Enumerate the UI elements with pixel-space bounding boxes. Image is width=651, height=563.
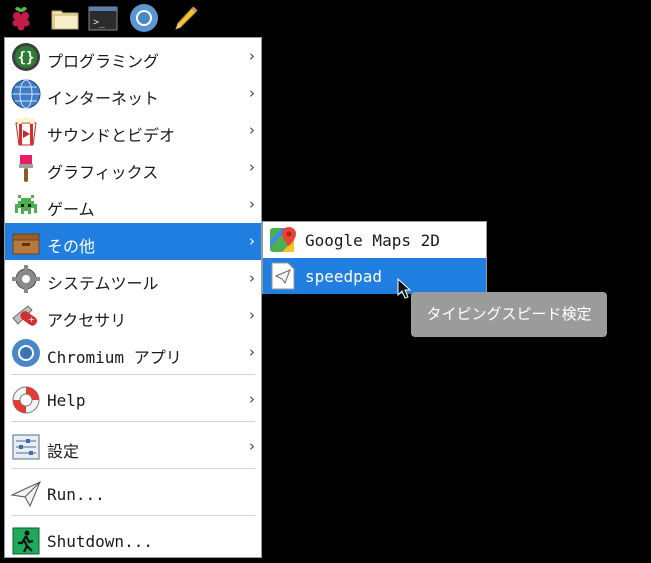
menu-item-system-tools[interactable]: システムツール › — [5, 260, 261, 297]
menu-item-label: その他 — [47, 237, 96, 256]
submenu-item-speedpad[interactable]: speedpad — [263, 258, 486, 294]
menu-item-label: サウンドとビデオ — [47, 126, 176, 145]
submenu-item-google-maps-2d[interactable]: Google Maps 2D — [263, 222, 486, 258]
exit-icon — [12, 527, 40, 555]
menu-separator — [11, 374, 255, 375]
menu-item-label: Shutdown... — [47, 532, 153, 551]
speedpad-icon — [271, 262, 295, 290]
menu-item-graphics[interactable]: グラフィックス › — [5, 149, 261, 186]
submenu-arrow-icon: › — [249, 121, 255, 139]
menu-item-games[interactable]: ゲーム › — [5, 186, 261, 223]
svg-text:{}: {} — [18, 50, 35, 66]
submenu-item-label: Google Maps 2D — [305, 231, 440, 250]
submenu-arrow-icon: › — [249, 306, 255, 324]
swiss-knife-icon: + — [12, 305, 38, 326]
menu-item-label: Run... — [47, 485, 105, 504]
submenu-arrow-icon: › — [249, 232, 255, 250]
raspberry-pi-icon[interactable] — [6, 3, 36, 33]
menu-item-label: 設定 — [47, 442, 80, 461]
menu-item-programming[interactable]: {} プログラミング › — [5, 38, 261, 75]
popcorn-icon — [15, 117, 37, 146]
menu-item-label: Help — [47, 391, 86, 410]
tooltip: タイピングスピード検定 — [411, 292, 607, 337]
menu-item-label: システムツール — [47, 274, 159, 293]
mouse-cursor-icon — [397, 278, 412, 299]
menu-item-run[interactable]: Run... — [5, 475, 261, 512]
menu-item-help[interactable]: Help › — [5, 381, 261, 418]
paintbrush-icon — [19, 155, 33, 182]
menu-item-accessories[interactable]: + アクセサリ › — [5, 297, 261, 334]
menu-item-internet[interactable]: インターネット › — [5, 75, 261, 112]
paper-plane-icon — [10, 481, 41, 508]
submenu-arrow-icon: › — [249, 158, 255, 176]
submenu-arrow-icon: › — [249, 390, 255, 408]
chromium-icon[interactable] — [129, 3, 159, 33]
submenu-arrow-icon: › — [249, 437, 255, 455]
menu-item-label: プログラミング — [47, 52, 160, 71]
menu-separator — [11, 468, 255, 469]
submenu-arrow-icon: › — [249, 195, 255, 213]
svg-text:+: + — [28, 315, 35, 324]
submenu-arrow-icon: › — [249, 269, 255, 287]
menu-item-chromium-apps[interactable]: Chromium アプリ › — [5, 334, 261, 371]
taskbar: >_ — [0, 0, 651, 36]
menu-separator — [11, 515, 255, 516]
svg-text:>_: >_ — [93, 17, 106, 28]
menu-item-label: ゲーム — [47, 200, 95, 219]
settings-panel-icon — [12, 434, 40, 460]
submenu-item-label: speedpad — [305, 267, 383, 286]
submenu-arrow-icon: › — [249, 84, 255, 102]
lifebuoy-icon — [12, 386, 40, 414]
menu-item-other[interactable]: その他 › — [5, 223, 261, 260]
menu-item-shutdown[interactable]: Shutdown... — [5, 522, 261, 559]
menu-item-settings[interactable]: 設定 › — [5, 428, 261, 465]
terminal-icon[interactable]: >_ — [88, 3, 118, 33]
chromium-icon — [12, 339, 40, 367]
menu-item-label: インターネット — [47, 89, 160, 108]
application-menu: {} プログラミング › インターネット › サウンドとビデオ › グラフィック… — [4, 37, 262, 558]
menu-item-label: アクセサリ — [47, 311, 127, 330]
submenu-arrow-icon: › — [249, 343, 255, 361]
google-maps-icon — [270, 227, 296, 252]
globe-icon — [11, 79, 41, 109]
gear-icon — [12, 265, 40, 293]
submenu-arrow-icon: › — [249, 47, 255, 65]
submenu-other: Google Maps 2D speedpad — [262, 221, 487, 294]
braces-icon: {} — [12, 43, 40, 71]
menu-separator — [11, 421, 255, 422]
menu-item-label: グラフィックス — [47, 163, 159, 182]
menu-item-label: Chromium アプリ — [47, 348, 182, 367]
box-icon — [12, 233, 40, 255]
menu-item-sound-video[interactable]: サウンドとビデオ › — [5, 112, 261, 149]
space-invader-icon — [15, 195, 37, 214]
pencil-icon[interactable] — [170, 3, 200, 33]
folder-icon[interactable] — [50, 3, 80, 33]
